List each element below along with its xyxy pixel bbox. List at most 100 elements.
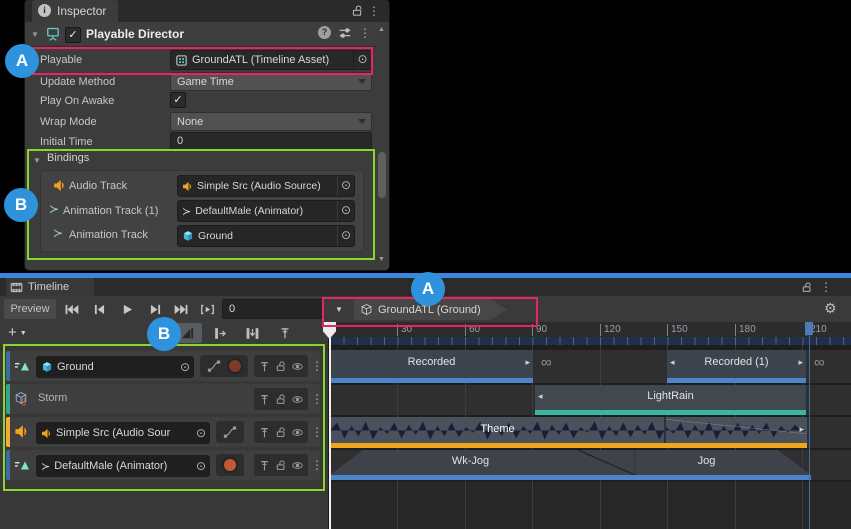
next-frame-button[interactable] <box>142 299 168 319</box>
pin-icon[interactable] <box>258 360 271 373</box>
annotation-badge-b: B <box>147 317 181 351</box>
eye-icon[interactable] <box>291 459 304 472</box>
scroll-up-icon[interactable]: ▲ <box>378 26 385 33</box>
pin-icon[interactable] <box>258 393 271 406</box>
annotation-badge-a: A <box>411 272 445 306</box>
frame-field[interactable]: 0 <box>222 299 324 319</box>
empty-lane <box>330 482 851 529</box>
object-picker-icon[interactable]: ⊙ <box>193 457 209 476</box>
clip-recorded-1[interactable]: Recorded (1) ◂ ▸ <box>667 350 806 383</box>
previous-frame-button[interactable] <box>86 299 112 319</box>
playable-object-field[interactable]: GroundATL (Timeline Asset) ⊙ <box>170 50 372 70</box>
inspector-scrollbar[interactable]: ▲ ▼ <box>376 24 388 266</box>
binding-object-field[interactable]: Ground ⊙ <box>177 225 355 247</box>
edit-mode-replace-button[interactable] <box>238 323 266 343</box>
update-method-dropdown[interactable]: Game Time <box>170 72 372 91</box>
lock-icon[interactable] <box>275 426 288 439</box>
playhead-line[interactable] <box>329 338 331 529</box>
bindings-foldout-icon[interactable]: ▼ <box>33 156 41 165</box>
record-button[interactable] <box>229 360 241 372</box>
clip-color-bar <box>667 378 806 383</box>
foldout-arrow-icon[interactable]: ▼ <box>31 30 39 39</box>
scroll-down-icon[interactable]: ▼ <box>378 256 385 263</box>
control-track-icon: {} <box>14 391 30 407</box>
track-header-defaultmale[interactable]: ≻ DefaultMale (Animator) ⊙ ⋮ <box>6 450 320 480</box>
track-kebab-icon[interactable]: ⋮ <box>311 459 323 471</box>
kebab-menu-icon[interactable]: ⋮ <box>368 5 380 17</box>
gameobject-cube-icon <box>360 303 373 316</box>
clip-color-bar <box>330 378 533 383</box>
clip-theme-audio[interactable]: Theme ▸ <box>330 417 807 448</box>
track-object-field[interactable]: ≻ DefaultMale (Animator) ⊙ <box>36 455 210 477</box>
timeline-end-line <box>809 335 810 529</box>
eye-icon[interactable] <box>291 360 304 373</box>
clip-out-arrow: ▸ <box>799 425 804 434</box>
object-picker-icon[interactable]: ⊙ <box>337 226 354 246</box>
clip-color-bar <box>535 410 806 415</box>
component-kebab-icon[interactable]: ⋮ <box>359 27 371 39</box>
track-object-value: Simple Src (Audio Sour <box>56 425 193 441</box>
breadcrumb-dropdown-button[interactable]: ▼ <box>328 299 350 319</box>
pin-icon[interactable] <box>258 426 271 439</box>
play-on-awake-label: Play On Awake <box>40 93 114 109</box>
play-range-button[interactable] <box>194 299 220 319</box>
add-track-button[interactable]: + ▼ <box>8 323 42 343</box>
object-picker-icon[interactable]: ⊙ <box>337 176 354 196</box>
kebab-menu-icon[interactable]: ⋮ <box>820 281 832 293</box>
playable-object-value: GroundATL (Timeline Asset) <box>192 52 353 68</box>
help-icon[interactable]: ? <box>318 26 331 39</box>
track-object-field[interactable]: Simple Src (Audio Sour ⊙ <box>36 422 210 444</box>
audio-track-icon <box>14 424 29 439</box>
presets-icon[interactable] <box>338 26 352 40</box>
track-color-stripe <box>6 450 10 480</box>
lock-icon[interactable] <box>275 360 288 373</box>
clip-recorded[interactable]: Recorded ▸ <box>330 350 533 383</box>
eye-icon[interactable] <box>291 426 304 439</box>
preview-button[interactable]: Preview <box>4 299 56 319</box>
clip-label: Theme <box>330 423 665 435</box>
clip-color-bar <box>330 475 811 480</box>
lock-icon[interactable] <box>801 281 814 294</box>
track-object-field[interactable]: Ground ⊙ <box>36 356 194 378</box>
tab-inspector[interactable]: i Inspector <box>32 0 118 22</box>
gear-icon[interactable]: ⚙ <box>824 300 837 317</box>
lock-icon[interactable] <box>275 393 288 406</box>
play-on-awake-checkbox[interactable]: ✓ <box>170 92 186 108</box>
wrap-mode-dropdown[interactable]: None <box>170 112 372 131</box>
marker-pin-toggle[interactable] <box>272 323 298 343</box>
track-header-audio[interactable]: Simple Src (Audio Sour ⊙ ⋮ <box>6 417 320 447</box>
clip-label: Jog <box>635 455 778 467</box>
edit-mode-ripple-button[interactable] <box>206 323 234 343</box>
record-button[interactable] <box>224 459 236 471</box>
curves-toggle-icon[interactable] <box>223 425 237 439</box>
goto-end-button[interactable] <box>168 299 194 319</box>
component-title: Playable Director <box>86 27 184 41</box>
track-kebab-icon[interactable]: ⋮ <box>311 393 323 405</box>
object-picker-icon[interactable]: ⊙ <box>337 201 354 221</box>
goto-start-button[interactable] <box>58 299 84 319</box>
binding-object-field[interactable]: ≻ DefaultMale (Animator) ⊙ <box>177 200 355 222</box>
eye-icon[interactable] <box>291 393 304 406</box>
binding-object-field[interactable]: Simple Src (Audio Source) ⊙ <box>177 175 355 197</box>
track-kebab-icon[interactable]: ⋮ <box>311 426 323 438</box>
timeline-end-marker[interactable] <box>805 322 813 335</box>
clip-group-walk-jog[interactable]: Wk-Jog Jog <box>330 450 811 480</box>
curves-toggle-icon[interactable] <box>207 359 221 373</box>
lock-icon[interactable] <box>275 459 288 472</box>
object-picker-icon[interactable]: ⊙ <box>193 424 209 443</box>
pin-icon[interactable] <box>258 459 271 472</box>
object-picker-icon[interactable]: ⊙ <box>177 358 193 377</box>
scrollbar-thumb[interactable] <box>378 152 386 198</box>
play-button[interactable] <box>114 299 140 319</box>
object-picker-icon[interactable]: ⊙ <box>353 51 371 69</box>
gameobject-cube-icon <box>41 361 53 373</box>
tab-timeline[interactable]: Timeline <box>6 278 94 296</box>
track-header-ground[interactable]: Ground ⊙ ⋮ <box>6 351 320 381</box>
clip-label: Recorded <box>330 356 533 368</box>
initial-time-input[interactable]: 0 <box>170 132 372 150</box>
track-kebab-icon[interactable]: ⋮ <box>311 360 323 372</box>
track-header-storm[interactable]: {} Storm ⋮ <box>6 384 320 414</box>
clip-lightrain[interactable]: LightRain ◂ <box>535 385 806 415</box>
component-enabled-checkbox[interactable]: ✓ <box>65 27 81 43</box>
lock-icon[interactable] <box>351 4 365 18</box>
